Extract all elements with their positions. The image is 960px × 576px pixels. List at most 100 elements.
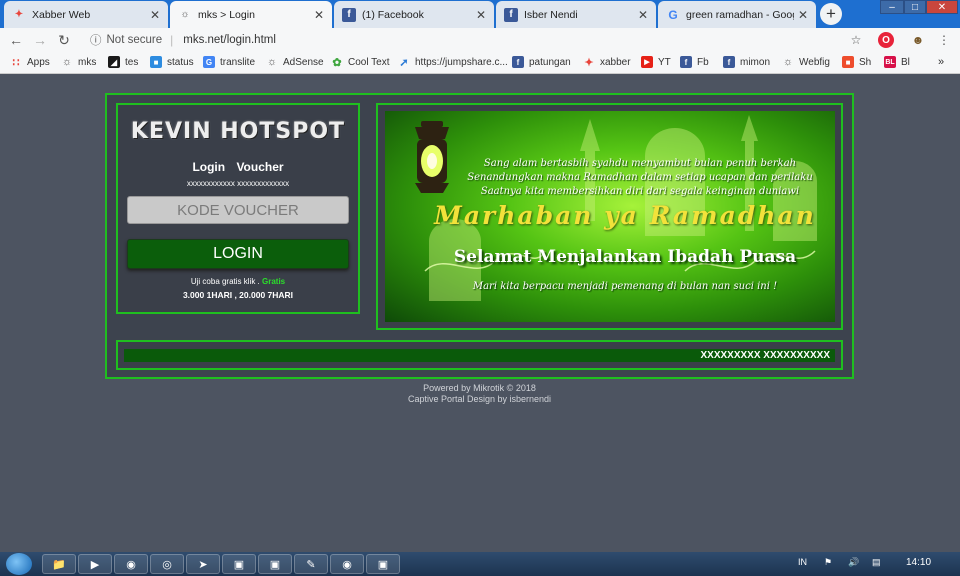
notepad-icon[interactable]: ✎: [294, 554, 328, 574]
voucher-code-input[interactable]: [127, 196, 349, 224]
marquee-text: XXXXXXXXX XXXXXXXXXX: [124, 349, 835, 362]
tes-icon: ◢: [108, 56, 120, 68]
marquee-frame: XXXXXXXXX XXXXXXXXXX: [116, 340, 843, 370]
facebook-icon: f: [342, 7, 356, 22]
mikrotik-icon: ☼: [180, 9, 190, 20]
star-icon[interactable]: ☆: [848, 32, 864, 48]
banner-headline: Marhaban ya Ramadhan: [434, 201, 816, 230]
minimize-button[interactable]: –: [880, 0, 904, 14]
browser-icon[interactable]: ◎: [150, 554, 184, 574]
network-icon[interactable]: ▤: [872, 557, 881, 568]
bookmark-xabber[interactable]: ✦ xabber: [583, 56, 630, 69]
trial-text: Uji coba gratis klik . Gratis: [190, 277, 286, 286]
more-bookmarks-icon[interactable]: »: [938, 56, 944, 68]
app-icon[interactable]: ▣: [222, 554, 256, 574]
maximize-button[interactable]: □: [904, 0, 926, 14]
tab-voucher[interactable]: Voucher: [236, 160, 283, 174]
close-tab-icon[interactable]: ✕: [150, 8, 160, 22]
mikrotik-icon: ☼: [266, 56, 278, 68]
telegram-icon[interactable]: ➤: [186, 554, 220, 574]
jumpshare-icon: ➚: [399, 56, 409, 69]
free-trial-link[interactable]: Gratis: [262, 277, 285, 286]
forward-icon[interactable]: →: [28, 32, 52, 48]
media-player-icon[interactable]: ▶: [78, 554, 112, 574]
bookmark-webfig[interactable]: ☼ Webfig: [782, 56, 830, 68]
volume-icon[interactable]: 🔊: [848, 557, 859, 568]
mikrotik-icon: ☼: [61, 56, 73, 68]
close-tab-icon[interactable]: ✕: [798, 8, 808, 22]
login-panel: KEVIN HOTSPOT Login Voucher xxxxxxxxxxxx…: [116, 103, 360, 314]
footer-powered: Powered by Mikrotik © 2018: [423, 383, 536, 393]
flag-icon[interactable]: ⚑: [824, 557, 832, 568]
bookmark-apps[interactable]: ∷ Apps: [10, 56, 50, 69]
footer-design: Captive Portal Design by isbernendi: [407, 394, 552, 404]
bookmark-status[interactable]: ■ status: [150, 56, 194, 68]
clock[interactable]: 14:10: [906, 557, 931, 568]
bookmark-mimon[interactable]: f mimon: [723, 56, 770, 68]
banner-greeting: Selamat Menjalankan Ibadah Puasa: [453, 247, 797, 267]
price-list: 3.000 1HARI , 20.000 7HARI: [182, 290, 294, 300]
bookmark-mks[interactable]: ☼ mks: [61, 56, 96, 68]
close-tab-icon[interactable]: ✕: [476, 8, 486, 22]
bookmark-bl[interactable]: BL Bl: [884, 56, 910, 68]
bookmark-adsense[interactable]: ☼ AdSense: [266, 56, 324, 68]
avatar[interactable]: ☻: [910, 32, 926, 48]
shop-icon: ■: [842, 56, 854, 68]
facebook-icon: f: [723, 56, 735, 68]
bookmark-jumpshare[interactable]: ➚ https://jumpshare.c...: [398, 56, 507, 69]
bookmark-yt[interactable]: ▶ YT: [641, 56, 671, 68]
browser-tab-strip: ✦ Xabber Web ✕ ☼ mks > Login ✕ f (1) Fac…: [0, 0, 960, 28]
login-mode-tabs: Login Voucher: [118, 160, 358, 174]
app-icon[interactable]: ▣: [366, 554, 400, 574]
ramadhan-banner: Sang alam bertasbih syahdu menyambut bul…: [385, 111, 835, 322]
youtube-icon: ▶: [641, 56, 653, 68]
tab-mks-login[interactable]: ☼ mks > Login ✕: [170, 1, 332, 28]
app-icon[interactable]: ◉: [330, 554, 364, 574]
tab-login[interactable]: Login: [192, 160, 225, 174]
url-field[interactable]: mks.net/login.html: [183, 34, 276, 46]
tab-xabber-web[interactable]: ✦ Xabber Web ✕: [4, 1, 168, 28]
facebook-icon: f: [504, 7, 518, 22]
brand-title: KEVIN HOTSPOT: [130, 119, 346, 144]
opera-icon[interactable]: O: [878, 32, 894, 48]
tab-isber-nendi[interactable]: f Isber Nendi ✕: [496, 1, 656, 28]
app-icon[interactable]: ▣: [258, 554, 292, 574]
bookmark-sh[interactable]: ■ Sh: [842, 56, 871, 68]
new-tab-button[interactable]: +: [820, 3, 842, 25]
bookmark-tes[interactable]: ◢ tes: [108, 56, 138, 68]
windows-taskbar: 📁 ▶ ◉ ◎ ➤ ▣ ▣ ✎ ◉ ▣ IN ⚑ 🔊 ▤ 14:10: [0, 552, 960, 576]
facebook-icon: f: [680, 56, 692, 68]
tab-facebook[interactable]: f (1) Facebook ✕: [334, 1, 494, 28]
bookmark-fb[interactable]: f Fb: [680, 56, 709, 68]
language-indicator[interactable]: IN: [798, 557, 807, 567]
divider: |: [170, 33, 174, 47]
google-icon: G: [668, 7, 678, 22]
close-tab-icon[interactable]: ✕: [314, 8, 324, 22]
chrome-icon[interactable]: ◉: [114, 554, 148, 574]
address-bar: ← → ↻ ⓘ Not secure | mks.net/login.html …: [0, 28, 960, 52]
xabber-icon: ✦: [14, 9, 24, 20]
masked-info: xxxxxxxxxxxx xxxxxxxxxxxxx: [186, 179, 290, 188]
facebook-icon: f: [512, 56, 524, 68]
explorer-icon[interactable]: 📁: [42, 554, 76, 574]
close-window-button[interactable]: ✕: [926, 0, 958, 14]
bookmark-cool-text[interactable]: ✿ Cool Text: [331, 56, 389, 69]
start-button[interactable]: [6, 553, 32, 575]
login-button[interactable]: LOGIN: [127, 239, 349, 269]
bookmark-translite[interactable]: Gtranslite: [203, 56, 255, 68]
apps-grid-icon: ∷: [12, 56, 20, 69]
mikrotik-icon: ☼: [782, 56, 794, 68]
banner-footer-line: Mari kita berpacu menjadi pemenang di bu…: [472, 281, 778, 292]
security-label[interactable]: Not secure: [107, 34, 163, 46]
menu-icon[interactable]: ⋮: [936, 32, 952, 48]
bookmarks-bar: ∷ Apps ☼ mks ◢ tes ■ status Gtranslite ☼ AdSe…: [0, 52, 960, 74]
reload-icon[interactable]: ↻: [52, 32, 76, 49]
bukalapak-icon: BL: [884, 56, 896, 68]
translate-icon: G: [203, 56, 215, 68]
info-icon[interactable]: ⓘ: [90, 32, 102, 48]
close-tab-icon[interactable]: ✕: [638, 8, 648, 22]
back-icon[interactable]: ←: [4, 32, 28, 48]
bookmark-patungan[interactable]: f patungan: [512, 56, 571, 68]
tab-green-ramadhan[interactable]: G green ramadhan - Google S ✕: [658, 1, 816, 28]
banner-frame: Sang alam bertasbih syahdu menyambut bul…: [376, 103, 843, 330]
